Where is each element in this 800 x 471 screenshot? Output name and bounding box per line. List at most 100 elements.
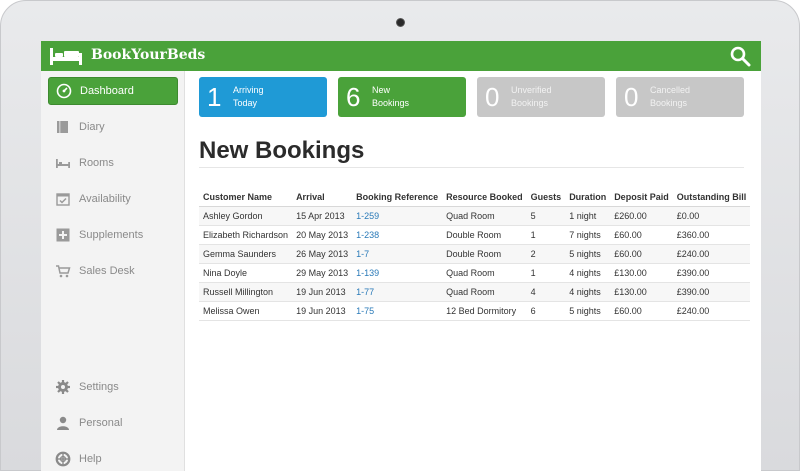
column-header[interactable]: Duration <box>565 188 611 207</box>
guests-cell: 6 <box>526 301 566 321</box>
resource-cell: Quad Room <box>442 206 527 226</box>
column-header[interactable]: Outstanding Bill <box>672 188 751 207</box>
booking-reference-link[interactable]: 1-259 <box>356 211 379 221</box>
tile-cancelled-bookings[interactable]: 0 Cancelled Bookings <box>616 77 744 117</box>
outstanding-cell: £360.00 <box>672 225 751 245</box>
title-divider <box>199 167 744 168</box>
sidebar-item-help[interactable]: Help <box>48 445 178 471</box>
resource-cell: Quad Room <box>442 263 527 283</box>
booking-reference-cell: 1-238 <box>352 225 443 245</box>
table-row[interactable]: Elizabeth Richardson 20 May 2013 1-238 D… <box>199 225 751 245</box>
sidebar-item-availability[interactable]: Availability <box>48 185 178 213</box>
deposit-cell: £60.00 <box>610 301 673 321</box>
arrival-cell: 19 Jun 2013 <box>292 301 353 321</box>
plus-box-icon <box>56 228 70 242</box>
sidebar-item-label: Sales Desk <box>79 265 135 277</box>
customer-name-cell: Ashley Gordon <box>199 206 293 226</box>
bookings-table: Customer Name Arrival Booking Reference … <box>199 188 751 321</box>
search-icon[interactable] <box>729 45 751 67</box>
sidebar-item-diary[interactable]: Diary <box>48 113 178 141</box>
sidebar-item-rooms[interactable]: Rooms <box>48 149 178 177</box>
resource-cell: Double Room <box>442 225 527 245</box>
table-header-row: Customer Name Arrival Booking Reference … <box>199 188 751 207</box>
arrival-cell: 20 May 2013 <box>292 225 353 245</box>
duration-cell: 5 nights <box>565 244 611 264</box>
table-row[interactable]: Russell Millington 19 Jun 2013 1-77 Quad… <box>199 282 751 302</box>
booking-reference-cell: 1-259 <box>352 206 443 226</box>
booking-reference-link[interactable]: 1-75 <box>356 306 374 316</box>
sidebar-item-dashboard[interactable]: Dashboard <box>48 77 178 105</box>
booking-reference-link[interactable]: 1-77 <box>356 287 374 297</box>
deposit-cell: £130.00 <box>610 282 673 302</box>
arrival-cell: 15 Apr 2013 <box>292 206 353 226</box>
sidebar: Dashboard Diary Rooms Availability Suppl… <box>41 71 185 471</box>
tile-unverified-bookings[interactable]: 0 Unverified Bookings <box>477 77 605 117</box>
page-title: New Bookings <box>199 137 365 164</box>
customer-name-cell: Elizabeth Richardson <box>199 225 293 245</box>
top-bar: BookYourBeds <box>41 41 761 71</box>
dashboard-gauge-icon <box>56 83 72 99</box>
sidebar-item-label: Rooms <box>79 157 114 169</box>
laptop-bezel: BookYourBeds Dashboard Diary Rooms Avail… <box>0 0 800 471</box>
sidebar-item-sales-desk[interactable]: Sales Desk <box>48 257 178 285</box>
camera-icon <box>396 18 405 27</box>
tile-arriving-today[interactable]: 1 Arriving Today <box>199 77 327 117</box>
column-header[interactable]: Deposit Paid <box>610 188 673 207</box>
resource-cell: 12 Bed Dormitory <box>442 301 527 321</box>
tile-label: Cancelled Bookings <box>650 85 691 108</box>
arrival-cell: 19 Jun 2013 <box>292 282 353 302</box>
duration-cell: 4 nights <box>565 263 611 283</box>
tile-count: 1 <box>207 81 222 112</box>
column-header[interactable]: Booking Reference <box>352 188 443 207</box>
guests-cell: 1 <box>526 263 566 283</box>
table-row[interactable]: Gemma Saunders 26 May 2013 1-7 Double Ro… <box>199 244 751 264</box>
tile-label: Arriving Today <box>233 85 264 108</box>
gear-icon <box>56 380 70 394</box>
sidebar-item-settings[interactable]: Settings <box>48 373 178 401</box>
deposit-cell: £60.00 <box>610 244 673 264</box>
duration-cell: 5 nights <box>565 301 611 321</box>
sidebar-item-label: Personal <box>79 417 123 429</box>
sidebar-item-supplements[interactable]: Supplements <box>48 221 178 249</box>
outstanding-cell: £390.00 <box>672 263 751 283</box>
table-row[interactable]: Melissa Owen 19 Jun 2013 1-75 12 Bed Dor… <box>199 301 751 321</box>
tile-new-bookings[interactable]: 6 New Bookings <box>338 77 466 117</box>
bed-icon <box>56 159 70 168</box>
booking-reference-link[interactable]: 1-139 <box>356 268 379 278</box>
booking-reference-link[interactable]: 1-7 <box>356 249 369 259</box>
resource-cell: Double Room <box>442 244 527 264</box>
tile-count: 6 <box>346 81 361 112</box>
booking-reference-cell: 1-75 <box>352 301 443 321</box>
duration-cell: 4 nights <box>565 282 611 302</box>
booking-reference-link[interactable]: 1-238 <box>356 230 379 240</box>
column-header[interactable]: Guests <box>526 188 566 207</box>
guests-cell: 1 <box>526 225 566 245</box>
customer-name-cell: Melissa Owen <box>199 301 293 321</box>
arrival-cell: 29 May 2013 <box>292 263 353 283</box>
column-header[interactable]: Arrival <box>292 188 353 207</box>
duration-cell: 1 night <box>565 206 611 226</box>
column-header[interactable]: Resource Booked <box>442 188 527 207</box>
user-icon <box>57 416 69 430</box>
outstanding-cell: £0.00 <box>672 206 751 226</box>
lifebuoy-icon <box>55 451 71 467</box>
outstanding-cell: £240.00 <box>672 244 751 264</box>
guests-cell: 2 <box>526 244 566 264</box>
arrival-cell: 26 May 2013 <box>292 244 353 264</box>
sidebar-item-label: Availability <box>79 193 131 205</box>
guests-cell: 4 <box>526 282 566 302</box>
column-header[interactable]: Customer Name <box>199 188 293 207</box>
booking-reference-cell: 1-77 <box>352 282 443 302</box>
sidebar-item-personal[interactable]: Personal <box>48 409 178 437</box>
table-row[interactable]: Ashley Gordon 15 Apr 2013 1-259 Quad Roo… <box>199 206 751 226</box>
customer-name-cell: Nina Doyle <box>199 263 293 283</box>
outstanding-cell: £240.00 <box>672 301 751 321</box>
deposit-cell: £60.00 <box>610 225 673 245</box>
tile-count: 0 <box>624 81 639 112</box>
table-row[interactable]: Nina Doyle 29 May 2013 1-139 Quad Room 1… <box>199 263 751 283</box>
sidebar-item-label: Diary <box>79 121 105 133</box>
booking-reference-cell: 1-139 <box>352 263 443 283</box>
app-screen: BookYourBeds Dashboard Diary Rooms Avail… <box>41 41 761 471</box>
tile-label: Unverified Bookings <box>511 85 552 108</box>
bed-logo-icon <box>50 48 82 65</box>
